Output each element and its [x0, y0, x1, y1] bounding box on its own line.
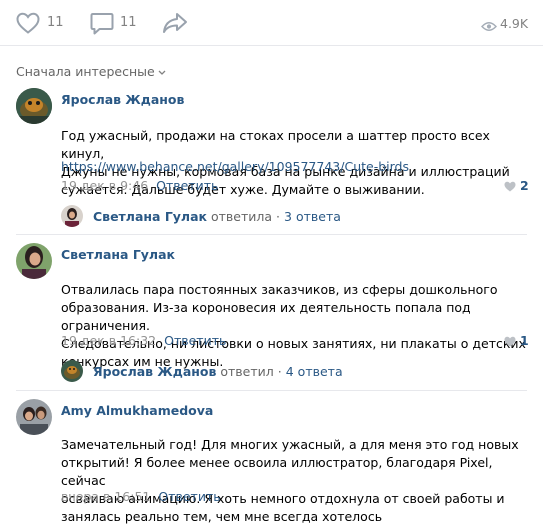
comment-body: Отвалилась пара постоянных заказчиков, и…	[61, 282, 526, 369]
comment-like-button[interactable]: 1	[504, 333, 529, 348]
views-count: 4.9K	[500, 16, 529, 31]
avatar[interactable]	[16, 243, 52, 279]
comment-meta: 19 дек в 16:32 Ответить	[61, 333, 226, 348]
avatar[interactable]	[16, 399, 52, 435]
replies-thread[interactable]: Ярослав Жданов ответил · 4 ответа	[93, 364, 343, 379]
comment-author[interactable]: Amy Almukhamedova	[61, 403, 213, 418]
sort-label: Сначала интересные	[16, 64, 155, 79]
thread-count[interactable]: 4 ответа	[286, 364, 343, 379]
comment-like-count: 2	[520, 178, 529, 193]
thread-verb: ответила	[211, 209, 273, 224]
thread-author[interactable]: Ярослав Жданов	[93, 364, 216, 379]
chevron-down-icon	[158, 63, 166, 78]
comment-text: Отвалилась пара постоянных заказчиков, и…	[61, 263, 531, 371]
reply-button[interactable]: Ответить	[164, 333, 226, 348]
comment-icon[interactable]	[90, 12, 114, 39]
comment-like-count: 1	[520, 333, 529, 348]
reply-button[interactable]: Ответить	[156, 178, 218, 193]
post-actions-bar: 11 11 4.9K	[0, 0, 543, 45]
avatar[interactable]	[61, 360, 83, 382]
thread-count[interactable]: 3 ответа	[284, 209, 341, 224]
avatar[interactable]	[61, 205, 83, 227]
divider	[0, 45, 543, 46]
heart-icon	[504, 336, 516, 347]
comment-meta: 19 дек в 9:46 Ответить	[61, 178, 218, 193]
thread-dot: ·	[277, 364, 282, 379]
comment-body: Замечательный год! Для многих ужасный, а…	[61, 437, 519, 524]
comment-date[interactable]: вчера в 16:51	[61, 489, 150, 504]
replies-thread[interactable]: Светлана Гулак ответила · 3 ответа	[93, 209, 341, 224]
comment-like-button[interactable]: 2	[504, 178, 529, 193]
like-icon[interactable]	[16, 12, 40, 38]
comment-link[interactable]: https://www.behance.net/gallery/10957774…	[61, 158, 409, 176]
heart-icon	[504, 181, 516, 192]
comment-author[interactable]: Ярослав Жданов	[61, 92, 184, 107]
comment-author[interactable]: Светлана Гулак	[61, 247, 175, 262]
comment-meta: вчера в 16:51 Ответить	[61, 489, 221, 504]
sort-dropdown[interactable]: Сначала интересные	[16, 63, 166, 79]
avatar[interactable]	[16, 88, 52, 124]
thread-verb: ответил	[220, 364, 274, 379]
comment-date[interactable]: 19 дек в 9:46	[61, 178, 148, 193]
comment-date[interactable]: 19 дек в 16:32	[61, 333, 156, 348]
divider	[16, 234, 527, 235]
thread-dot: ·	[276, 209, 281, 224]
share-icon[interactable]	[162, 12, 188, 38]
comment-count: 11	[120, 15, 137, 30]
thread-author[interactable]: Светлана Гулак	[93, 209, 207, 224]
divider	[16, 390, 527, 391]
views-icon	[481, 17, 497, 36]
like-count: 11	[47, 15, 64, 30]
reply-button[interactable]: Ответить	[158, 489, 220, 504]
